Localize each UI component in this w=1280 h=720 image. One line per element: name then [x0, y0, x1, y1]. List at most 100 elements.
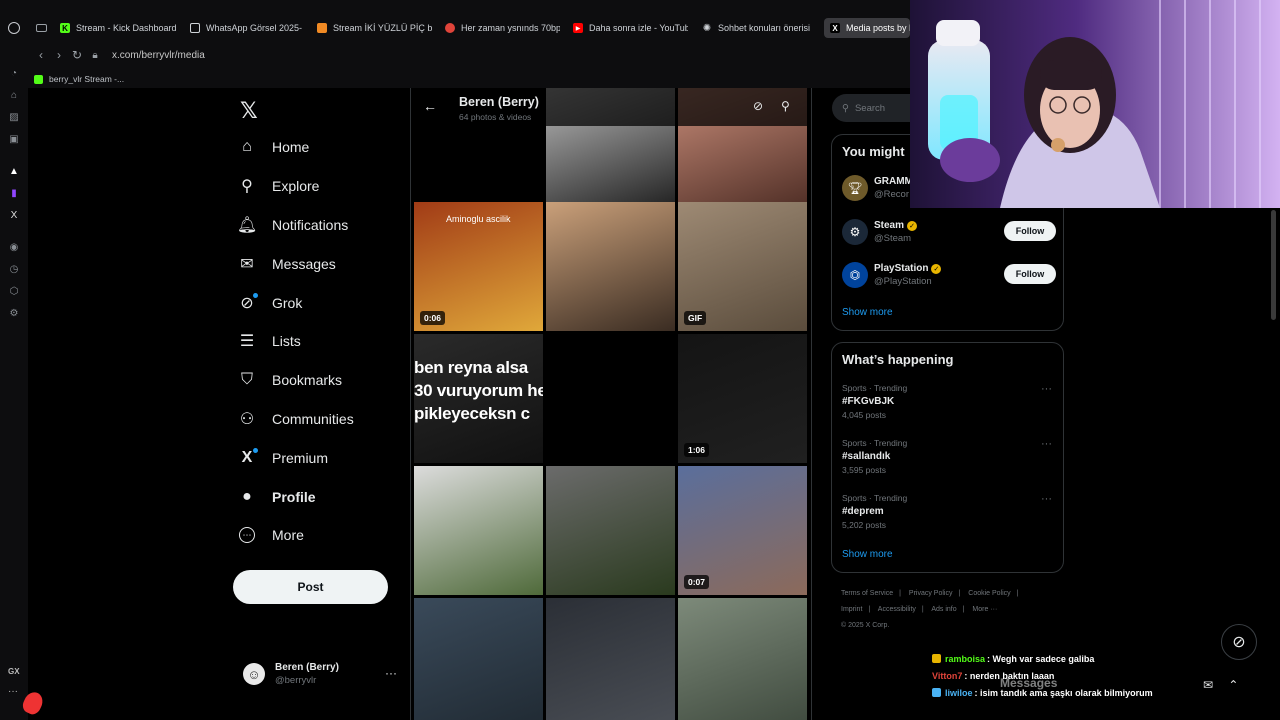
workspaces-icon[interactable]: ⌂: [8, 90, 20, 102]
show-more-link[interactable]: Show more: [842, 549, 893, 560]
search-icon: ⚲: [241, 178, 253, 196]
nav-messages[interactable]: ✉ Messages: [236, 244, 354, 283]
nav-label: Explore: [272, 178, 320, 195]
browser-tab[interactable]: WhatsApp Görsel 2025-1: [190, 18, 302, 38]
trend-tag: #sallandık: [842, 451, 891, 462]
nav-notifications[interactable]: 🔔︎ Notifications: [236, 206, 354, 245]
twitch-icon[interactable]: ▮: [8, 188, 20, 200]
nav-label: Profile: [272, 488, 316, 505]
browser-sidebar: ◔ ⌂ ▨ ▣ ▲ ▮ X ◉ ◷ ⬡ ⚙: [0, 60, 28, 720]
media-tile[interactable]: [546, 334, 675, 463]
nav-label: Premium: [272, 449, 329, 466]
show-more-link[interactable]: Show more: [842, 307, 893, 318]
follow-button[interactable]: Follow: [1004, 264, 1056, 284]
more-options-icon[interactable]: ···: [1041, 438, 1052, 450]
media-tile[interactable]: [546, 466, 675, 595]
page-title: Beren (Berry): [459, 95, 539, 109]
compose-message-icon[interactable]: ✉: [1203, 678, 1213, 692]
media-tile[interactable]: [414, 598, 543, 720]
aria-icon[interactable]: ◔: [8, 68, 20, 80]
media-tile[interactable]: ben reyna alsa 30 vuruyorum he pikleyeceks…: [414, 334, 543, 463]
media-tile[interactable]: Aminoglu ascilik 0:06: [414, 202, 543, 331]
browser-tab[interactable]: K Stream - Kick Dashboard: [60, 18, 180, 38]
music-icon[interactable]: ▨: [8, 112, 20, 124]
media-tile[interactable]: GIF: [678, 202, 807, 331]
trend-count: 3,595 posts: [842, 465, 886, 475]
forward-arrow-icon[interactable]: ›: [50, 48, 68, 62]
opera-logo-icon[interactable]: [8, 22, 20, 34]
footer-link[interactable]: Ads info: [931, 606, 956, 613]
bookmark-item[interactable]: berry_vlr Stream -...: [49, 74, 124, 84]
browser-tab[interactable]: Her zaman ysnınds 70bp: [445, 18, 560, 38]
media-tile[interactable]: 0:07: [678, 466, 807, 595]
more-options-icon[interactable]: ···: [1041, 493, 1052, 505]
footer-link[interactable]: Cookie Policy: [968, 590, 1010, 597]
nav-communities[interactable]: ⚇ Communities: [236, 400, 354, 439]
x-icon: X: [236, 447, 258, 469]
reload-icon[interactable]: ↻: [68, 48, 86, 62]
more-options-icon[interactable]: ···: [385, 666, 397, 680]
footer-link[interactable]: Privacy Policy: [909, 590, 953, 597]
nav-premium[interactable]: X Premium: [236, 438, 354, 477]
media-tile[interactable]: [546, 202, 675, 331]
back-arrow-icon[interactable]: ‹: [32, 48, 50, 62]
nav-more[interactable]: ⋯ More: [236, 516, 354, 555]
suggested-account[interactable]: ⏣ PlayStation ✓ @PlayStation Follow: [842, 258, 1056, 292]
webcam-overlay: [910, 0, 1280, 208]
nav-home[interactable]: ⌂ Home: [236, 128, 354, 167]
browser-tab-active[interactable]: X Media posts by B: [824, 18, 910, 38]
nav-bookmarks[interactable]: ⛉ Bookmarks: [236, 361, 354, 400]
kick-sidebar-icon[interactable]: ▲: [8, 166, 20, 178]
tab-overview-icon[interactable]: [36, 24, 47, 32]
account-handle: @Recor: [874, 189, 909, 200]
media-tile[interactable]: [414, 466, 543, 595]
nav-lists[interactable]: ☰ Lists: [236, 322, 354, 361]
browser-tab[interactable]: ✺ Sohbet konuları önerisi: [702, 18, 812, 38]
media-tile[interactable]: 1:06: [678, 334, 807, 463]
suggested-account[interactable]: ⚙ Steam ✓ @Steam Follow: [842, 215, 1056, 249]
extensions-icon[interactable]: ⬡: [8, 286, 20, 298]
more-dots-icon[interactable]: ···: [8, 686, 18, 697]
verified-badge-icon: ✓: [931, 263, 942, 274]
messenger-icon[interactable]: ▣: [8, 134, 20, 146]
browser-tab[interactable]: Stream İKİ YÜZLÜ PİÇ by: [317, 18, 432, 38]
settings-icon[interactable]: ⚙: [8, 308, 20, 320]
url-field[interactable]: x.com/berryvlr/media: [112, 50, 205, 61]
footer-link[interactable]: Imprint: [841, 606, 862, 613]
stream-chat-overlay: ramboisa: Wegh var sadece galiba Vitton7…: [932, 651, 1232, 702]
trend-item[interactable]: Sports · Trending #FKGvBJK 4,045 posts ·…: [842, 383, 1056, 420]
media-tile[interactable]: [546, 598, 675, 720]
messages-dock-label[interactable]: Messages: [1000, 676, 1057, 690]
footer-link[interactable]: Accessibility: [878, 606, 916, 613]
x-sidebar-icon[interactable]: X: [8, 210, 20, 222]
trend-count: 5,202 posts: [842, 520, 886, 530]
account-handle: @berryvlr: [275, 675, 317, 686]
back-arrow-icon[interactable]: ←: [423, 98, 437, 114]
lock-icon[interactable]: 🔒︎: [86, 50, 104, 61]
nav-explore[interactable]: ⚲ Explore: [236, 167, 354, 206]
follow-button[interactable]: Follow: [1004, 221, 1056, 241]
player-icon[interactable]: ◉: [8, 242, 20, 254]
expand-chevron-icon[interactable]: ⌃: [1228, 678, 1238, 692]
footer-link[interactable]: More ···: [972, 606, 997, 613]
media-tile[interactable]: [678, 598, 807, 720]
avatar: ☺: [243, 663, 265, 685]
person-icon: ●: [242, 487, 252, 505]
search-icon: ⚲: [842, 102, 849, 114]
scrollbar[interactable]: [1271, 210, 1276, 320]
account-switcher[interactable]: ☺ Beren (Berry) @berryvlr ···: [243, 658, 403, 690]
nav-grok[interactable]: ⊘ Grok: [236, 283, 354, 322]
bookmark-icon: ⛉: [240, 371, 253, 389]
x-logo-icon[interactable]: 𝕏: [240, 98, 258, 124]
search-icon[interactable]: ⚲: [781, 99, 790, 113]
grok-icon[interactable]: ⊘: [753, 99, 763, 113]
history-icon[interactable]: ◷: [8, 264, 20, 276]
footer-link[interactable]: Terms of Service: [841, 590, 893, 597]
more-options-icon[interactable]: ···: [1041, 383, 1052, 395]
browser-tab[interactable]: ▶ Daha sonra izle - YouTub: [573, 18, 688, 38]
nav-profile[interactable]: ● Profile: [236, 477, 354, 516]
post-button[interactable]: Post: [233, 570, 388, 604]
tab-label: WhatsApp Görsel 2025-1: [206, 23, 302, 33]
trend-item[interactable]: Sports · Trending #sallandık 3,595 posts…: [842, 438, 1056, 475]
trend-item[interactable]: Sports · Trending #deprem 5,202 posts ··…: [842, 493, 1056, 530]
